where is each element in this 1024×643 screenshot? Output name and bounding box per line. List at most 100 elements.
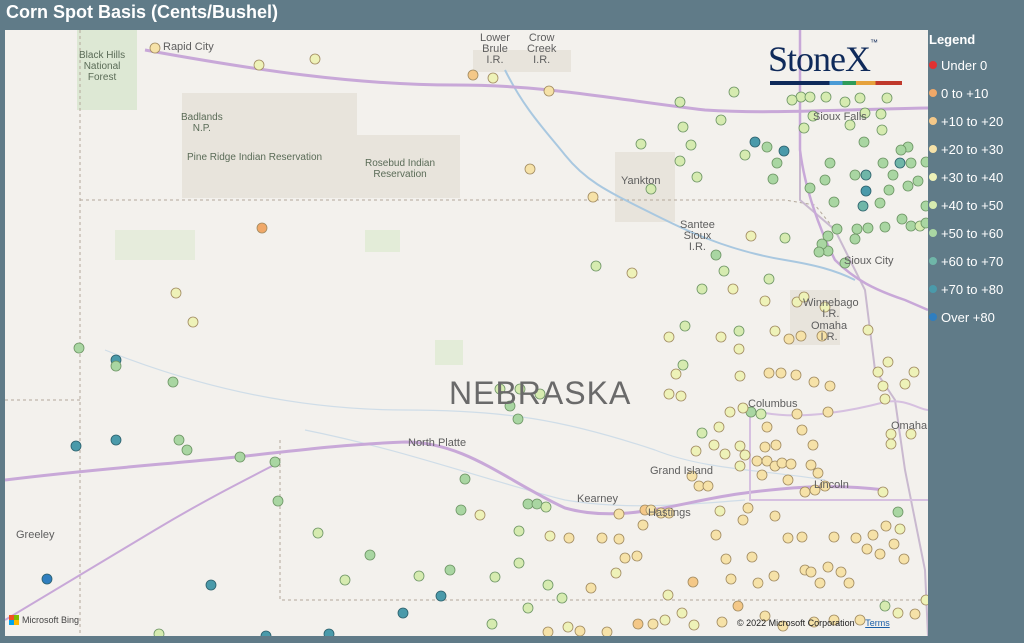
basis-point[interactable]	[574, 625, 586, 636]
basis-point[interactable]	[715, 331, 727, 343]
basis-point[interactable]	[413, 570, 425, 582]
basis-point[interactable]	[619, 552, 631, 564]
basis-point[interactable]	[543, 85, 555, 97]
basis-point[interactable]	[920, 156, 928, 168]
basis-point[interactable]	[805, 566, 817, 578]
basis-point[interactable]	[783, 333, 795, 345]
basis-point[interactable]	[782, 474, 794, 486]
terms-link[interactable]: Terms	[865, 618, 890, 628]
basis-point[interactable]	[867, 529, 879, 541]
basis-point[interactable]	[883, 184, 895, 196]
basis-point[interactable]	[850, 532, 862, 544]
basis-point[interactable]	[862, 324, 874, 336]
basis-point[interactable]	[898, 553, 910, 565]
basis-point[interactable]	[110, 360, 122, 372]
legend-item[interactable]: +20 to +30	[929, 135, 1003, 163]
basis-point[interactable]	[677, 121, 689, 133]
basis-point[interactable]	[702, 480, 714, 492]
basis-point[interactable]	[718, 265, 730, 277]
basis-point[interactable]	[776, 457, 788, 469]
basis-point[interactable]	[467, 69, 479, 81]
basis-point[interactable]	[749, 136, 761, 148]
basis-point[interactable]	[727, 283, 739, 295]
basis-point[interactable]	[835, 566, 847, 578]
basis-point[interactable]	[635, 138, 647, 150]
basis-point[interactable]	[902, 180, 914, 192]
basis-point[interactable]	[312, 527, 324, 539]
basis-point[interactable]	[693, 480, 705, 492]
basis-point[interactable]	[796, 424, 808, 436]
basis-point[interactable]	[737, 514, 749, 526]
basis-point[interactable]	[364, 549, 376, 561]
basis-point[interactable]	[531, 498, 543, 510]
basis-point[interactable]	[894, 157, 906, 169]
basis-point[interactable]	[785, 458, 797, 470]
basis-point[interactable]	[41, 573, 53, 585]
basis-point[interactable]	[804, 182, 816, 194]
basis-point[interactable]	[696, 427, 708, 439]
basis-point[interactable]	[540, 501, 552, 513]
basis-point[interactable]	[690, 445, 702, 457]
basis-point[interactable]	[610, 567, 622, 579]
legend-item[interactable]: 0 to +10	[929, 79, 1003, 107]
legend-item[interactable]: +60 to +70	[929, 247, 1003, 275]
basis-point[interactable]	[896, 213, 908, 225]
basis-point[interactable]	[822, 561, 834, 573]
basis-point[interactable]	[444, 564, 456, 576]
basis-point[interactable]	[920, 200, 928, 212]
basis-point[interactable]	[880, 520, 892, 532]
basis-point[interactable]	[710, 529, 722, 541]
legend-item[interactable]: +50 to +60	[929, 219, 1003, 247]
basis-point[interactable]	[685, 139, 697, 151]
basis-point[interactable]	[563, 532, 575, 544]
basis-point[interactable]	[596, 532, 608, 544]
basis-point[interactable]	[687, 576, 699, 588]
basis-point[interactable]	[786, 94, 798, 106]
basis-point[interactable]	[804, 91, 816, 103]
basis-point[interactable]	[474, 509, 486, 521]
basis-point[interactable]	[879, 221, 891, 233]
basis-point[interactable]	[798, 122, 810, 134]
basis-point[interactable]	[795, 91, 807, 103]
basis-point[interactable]	[542, 579, 554, 591]
basis-point[interactable]	[323, 628, 335, 636]
basis-point[interactable]	[562, 621, 574, 633]
basis-point[interactable]	[713, 421, 725, 433]
basis-point[interactable]	[899, 378, 911, 390]
basis-point[interactable]	[763, 273, 775, 285]
basis-point[interactable]	[885, 438, 897, 450]
basis-point[interactable]	[613, 533, 625, 545]
basis-point[interactable]	[487, 72, 499, 84]
basis-point[interactable]	[791, 408, 803, 420]
basis-point[interactable]	[679, 320, 691, 332]
basis-point[interactable]	[513, 557, 525, 569]
basis-point[interactable]	[905, 220, 917, 232]
basis-point[interactable]	[720, 553, 732, 565]
basis-point[interactable]	[662, 589, 674, 601]
basis-point[interactable]	[775, 367, 787, 379]
basis-point[interactable]	[675, 390, 687, 402]
basis-point[interactable]	[892, 607, 904, 619]
basis-point[interactable]	[522, 498, 534, 510]
basis-point[interactable]	[632, 618, 644, 630]
basis-point[interactable]	[153, 628, 165, 636]
basis-point[interactable]	[613, 508, 625, 520]
basis-point[interactable]	[877, 380, 889, 392]
basis-point[interactable]	[513, 525, 525, 537]
basis-point[interactable]	[170, 287, 182, 299]
basis-point[interactable]	[601, 626, 613, 636]
basis-point[interactable]	[737, 402, 749, 414]
basis-point[interactable]	[769, 510, 781, 522]
basis-point[interactable]	[187, 316, 199, 328]
basis-point[interactable]	[875, 108, 887, 120]
basis-point[interactable]	[677, 359, 689, 371]
basis-point[interactable]	[782, 532, 794, 544]
basis-point[interactable]	[822, 406, 834, 418]
basis-point[interactable]	[808, 376, 820, 388]
basis-point[interactable]	[70, 440, 82, 452]
basis-point[interactable]	[861, 543, 873, 555]
basis-point[interactable]	[887, 169, 899, 181]
basis-point[interactable]	[742, 502, 754, 514]
basis-point[interactable]	[779, 232, 791, 244]
basis-point[interactable]	[912, 175, 924, 187]
